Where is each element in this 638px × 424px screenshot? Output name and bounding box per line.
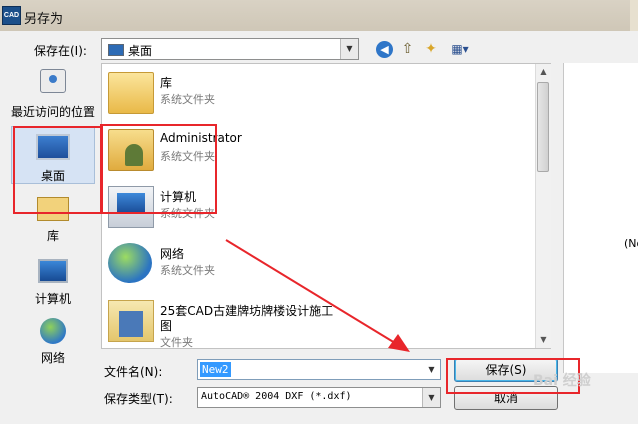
library-folder-icon bbox=[108, 72, 154, 114]
chevron-down-icon[interactable]: ▼ bbox=[423, 360, 440, 379]
scroll-down-icon[interactable]: ▼ bbox=[536, 332, 551, 348]
filetype-dropdown[interactable]: AutoCAD® 2004 DXF (*.dxf) ▼ bbox=[197, 387, 441, 408]
place-computer[interactable]: 计算机 bbox=[5, 259, 101, 306]
filename-field[interactable]: New2 ▼ bbox=[197, 359, 441, 380]
place-libraries[interactable]: 库 bbox=[5, 197, 101, 243]
back-arrow-icon[interactable]: ◀ bbox=[376, 41, 393, 58]
item-name: 计算机 bbox=[160, 190, 197, 204]
views-menu-icon[interactable]: ▦▾ bbox=[447, 39, 473, 59]
scroll-up-icon[interactable]: ▲ bbox=[536, 64, 551, 80]
chevron-down-icon[interactable]: ▼ bbox=[422, 388, 440, 407]
item-type: 系统文件夹 bbox=[160, 207, 215, 220]
computer-icon bbox=[108, 186, 154, 228]
watermark-text: Bai 经验 bbox=[533, 373, 591, 389]
save-in-label: 保存在(I): bbox=[34, 44, 87, 58]
chevron-down-icon[interactable]: ▼ bbox=[340, 39, 358, 59]
user-folder-icon bbox=[108, 129, 154, 171]
place-network[interactable]: 网络 bbox=[5, 318, 101, 365]
place-label: 计算机 bbox=[34, 292, 71, 306]
item-name: Administrator bbox=[160, 131, 242, 145]
new-folder-icon[interactable]: ✦ bbox=[421, 39, 441, 59]
place-label: 最近访问的位置 bbox=[10, 105, 95, 119]
cad-app-icon: CAD bbox=[2, 6, 21, 25]
network-icon bbox=[108, 243, 152, 283]
place-desktop[interactable]: 桌面 bbox=[5, 126, 101, 184]
desktop-icon bbox=[36, 134, 70, 160]
list-item[interactable]: 25套CAD古建牌坊牌楼设计施工 图 文件夹 bbox=[102, 294, 532, 349]
list-item[interactable]: 库 系统文件夹 bbox=[102, 66, 532, 120]
preview-text: (No bbox=[624, 237, 638, 250]
item-type: 系统文件夹 bbox=[160, 93, 215, 106]
title-bar: CAD 另存为 bbox=[0, 0, 638, 31]
item-name: 25套CAD古建牌坊牌楼设计施工 bbox=[160, 304, 334, 318]
recent-places-icon bbox=[40, 69, 66, 93]
file-list-scrollbar[interactable]: ▲ ▼ bbox=[535, 64, 551, 348]
list-item[interactable]: Administrator 系统文件夹 bbox=[102, 123, 532, 177]
file-list[interactable]: 库 系统文件夹 Administrator 系统文件夹 计算机 系统文件夹 网络… bbox=[101, 63, 551, 349]
document-folder-icon bbox=[108, 300, 154, 342]
save-in-dropdown[interactable]: 桌面 ▼ bbox=[101, 38, 359, 60]
title-bar-edge bbox=[630, 0, 638, 31]
place-recent[interactable]: 最近访问的位置 bbox=[5, 69, 101, 123]
libraries-icon bbox=[37, 197, 69, 221]
item-name: 网络 bbox=[160, 247, 185, 261]
filename-label: 文件名(N): bbox=[104, 365, 163, 379]
preview-pane: (No bbox=[563, 63, 638, 373]
item-type: 系统文件夹 bbox=[160, 150, 215, 163]
filetype-label: 保存类型(T): bbox=[104, 392, 173, 406]
window-title: 另存为 bbox=[24, 12, 64, 27]
scrollbar-thumb[interactable] bbox=[537, 82, 549, 172]
desktop-icon bbox=[108, 44, 124, 56]
filetype-value: AutoCAD® 2004 DXF (*.dxf) bbox=[201, 391, 352, 402]
computer-icon bbox=[38, 259, 68, 283]
places-bar: 最近访问的位置 桌面 库 计算机 网络 bbox=[5, 63, 101, 373]
filename-value[interactable]: New2 bbox=[200, 362, 231, 377]
item-type: 文件夹 bbox=[160, 336, 193, 349]
item-type: 系统文件夹 bbox=[160, 264, 215, 277]
place-label: 库 bbox=[46, 229, 59, 243]
item-name-continued: 图 bbox=[160, 319, 173, 333]
save-in-value: 桌面 bbox=[128, 44, 153, 58]
save-as-dialog: CAD 另存为 保存在(I): 桌面 ▼ ◀ ⇧ ✦ ▦▾ 最近访问的位置 桌面… bbox=[0, 0, 638, 424]
network-icon bbox=[40, 318, 66, 344]
list-item[interactable]: 计算机 系统文件夹 bbox=[102, 180, 532, 234]
place-label: 网络 bbox=[40, 351, 65, 365]
list-item[interactable]: 网络 系统文件夹 bbox=[102, 237, 532, 291]
up-folder-icon[interactable]: ⇧ bbox=[399, 39, 416, 59]
place-label: 桌面 bbox=[40, 169, 65, 183]
item-name: 库 bbox=[160, 76, 173, 90]
